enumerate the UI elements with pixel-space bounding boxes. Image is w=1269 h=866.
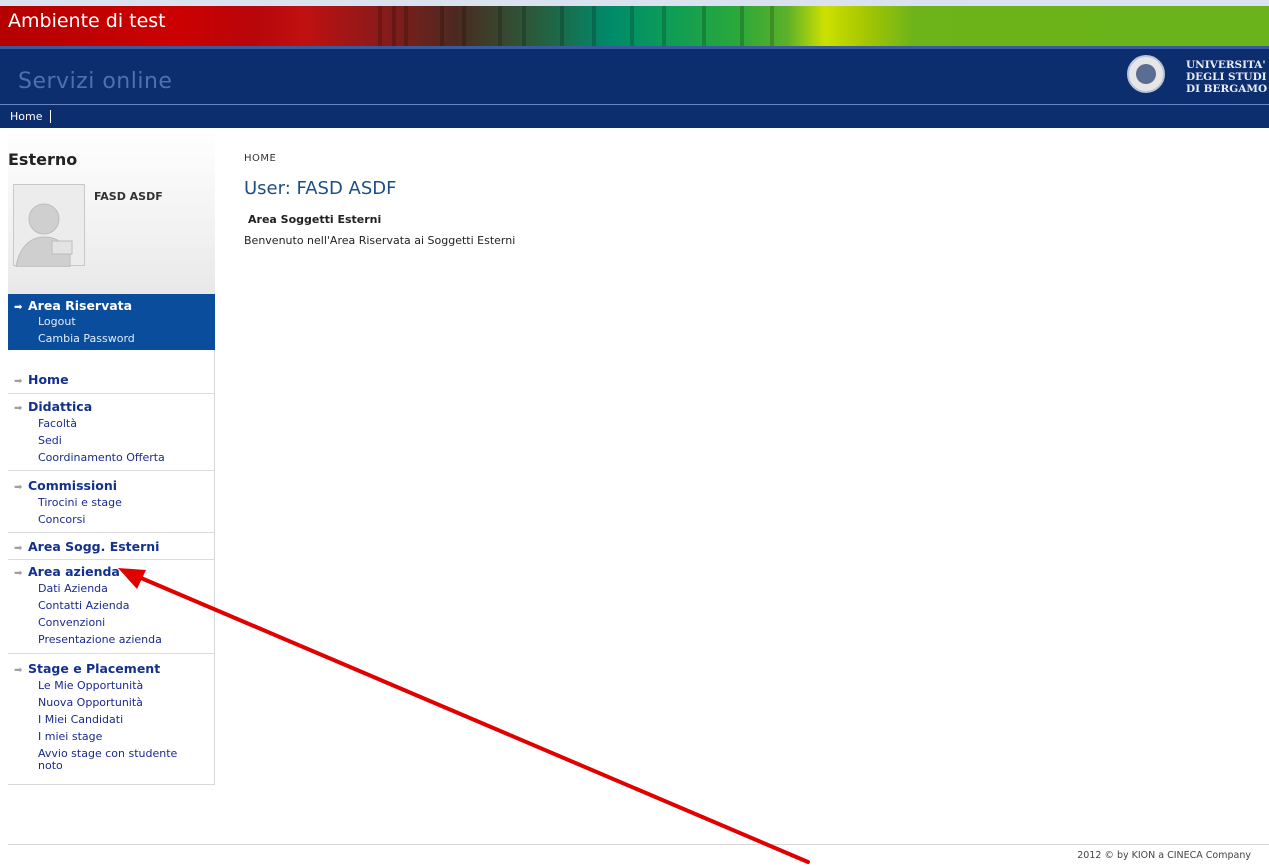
arrow-icon: ➡ (14, 302, 23, 313)
nav-section-commissioni: ➡ Commissioni Tirocini e stage Concorsi (8, 475, 215, 533)
nav-link-presentazione-azienda[interactable]: Presentazione azienda (38, 634, 162, 646)
nav-area-sogg-esterni[interactable]: ➡ Area Sogg. Esterni (14, 539, 159, 554)
role-heading: Esterno (8, 150, 78, 169)
top-nav: Home (0, 104, 1269, 128)
nav-stage-placement[interactable]: ➡ Stage e Placement (14, 661, 160, 676)
university-seal-icon (1127, 55, 1165, 93)
breadcrumb: HOME (244, 153, 277, 164)
topnav-home-link[interactable]: Home (10, 110, 52, 123)
nav-area-azienda[interactable]: ➡ Area azienda (14, 564, 120, 579)
arrow-icon: ➡ (14, 543, 23, 554)
welcome-text: Benvenuto nell'Area Riservata ai Soggett… (244, 234, 516, 247)
arrow-icon: ➡ (14, 376, 23, 387)
nav-link-i-miei-candidati[interactable]: I Miei Candidati (38, 714, 123, 726)
nav-section-stage-placement: ➡ Stage e Placement Le Mie Opportunità Nu… (8, 658, 215, 785)
nav-link-convenzioni[interactable]: Convenzioni (38, 617, 105, 629)
nav-section-didattica: ➡ Didattica Facoltà Sedi Coordinamento Of… (8, 396, 215, 471)
sidebar: Esterno FASD ASDF ➡ Area Riservata Logout… (8, 128, 215, 785)
footer-divider (8, 844, 1269, 845)
nav-section-area-azienda: ➡ Area azienda Dati Azienda Contatti Azie… (8, 561, 215, 654)
area-riservata-heading[interactable]: ➡ Area Riservata (14, 298, 132, 313)
footer-copyright: 2012 © by KION a CINECA Company (1077, 850, 1251, 861)
environment-banner: Ambiente di test (0, 6, 1269, 46)
area-riservata-panel: ➡ Area Riservata Logout Cambia Password (8, 294, 215, 350)
nav-link-avvio-stage[interactable]: Avvio stage con studente noto (38, 748, 198, 772)
university-name: UNIVERSITA' DEGLI STUDI DI BERGAMO (1186, 59, 1268, 95)
nav-section-area-sogg-esterni: ➡ Area Sogg. Esterni (8, 536, 215, 560)
area-heading: Area Soggetti Esterni (248, 213, 382, 226)
logout-link[interactable]: Logout (38, 315, 76, 328)
nav-link-sedi[interactable]: Sedi (38, 435, 62, 447)
nav-commissioni[interactable]: ➡ Commissioni (14, 478, 117, 493)
nav-link-coordinamento-offerta[interactable]: Coordinamento Offerta (38, 452, 165, 464)
nav-home[interactable]: ➡ Home (14, 372, 69, 387)
profile-username: FASD ASDF (94, 190, 163, 203)
page-title: User: FASD ASDF (244, 178, 397, 199)
nav-link-tirocini-stage[interactable]: Tirocini e stage (38, 497, 122, 509)
nav-link-contatti-azienda[interactable]: Contatti Azienda (38, 600, 129, 612)
header-title: Servizi online (18, 69, 173, 94)
nav-link-i-miei-stage[interactable]: I miei stage (38, 731, 102, 743)
nav-link-dati-azienda[interactable]: Dati Azienda (38, 583, 108, 595)
site-header: Servizi online UNIVERSITA' DEGLI STUDI D… (0, 46, 1269, 104)
nav-didattica[interactable]: ➡ Didattica (14, 399, 92, 414)
nav-link-nuova-opportunita[interactable]: Nuova Opportunità (38, 697, 143, 709)
avatar (13, 184, 85, 268)
profile-panel: Esterno FASD ASDF (8, 128, 215, 294)
user-silhouette-icon (15, 203, 73, 268)
arrow-icon: ➡ (14, 665, 23, 676)
change-password-link[interactable]: Cambia Password (38, 332, 135, 345)
nav-link-concorsi[interactable]: Concorsi (38, 514, 85, 526)
nav-link-facolta[interactable]: Facoltà (38, 418, 77, 430)
arrow-icon: ➡ (14, 482, 23, 493)
nav-link-le-mie-opportunita[interactable]: Le Mie Opportunità (38, 680, 143, 692)
environment-title: Ambiente di test (8, 10, 166, 32)
nav-section-home: ➡ Home (8, 369, 215, 394)
arrow-icon: ➡ (14, 403, 23, 414)
arrow-icon: ➡ (14, 568, 23, 579)
